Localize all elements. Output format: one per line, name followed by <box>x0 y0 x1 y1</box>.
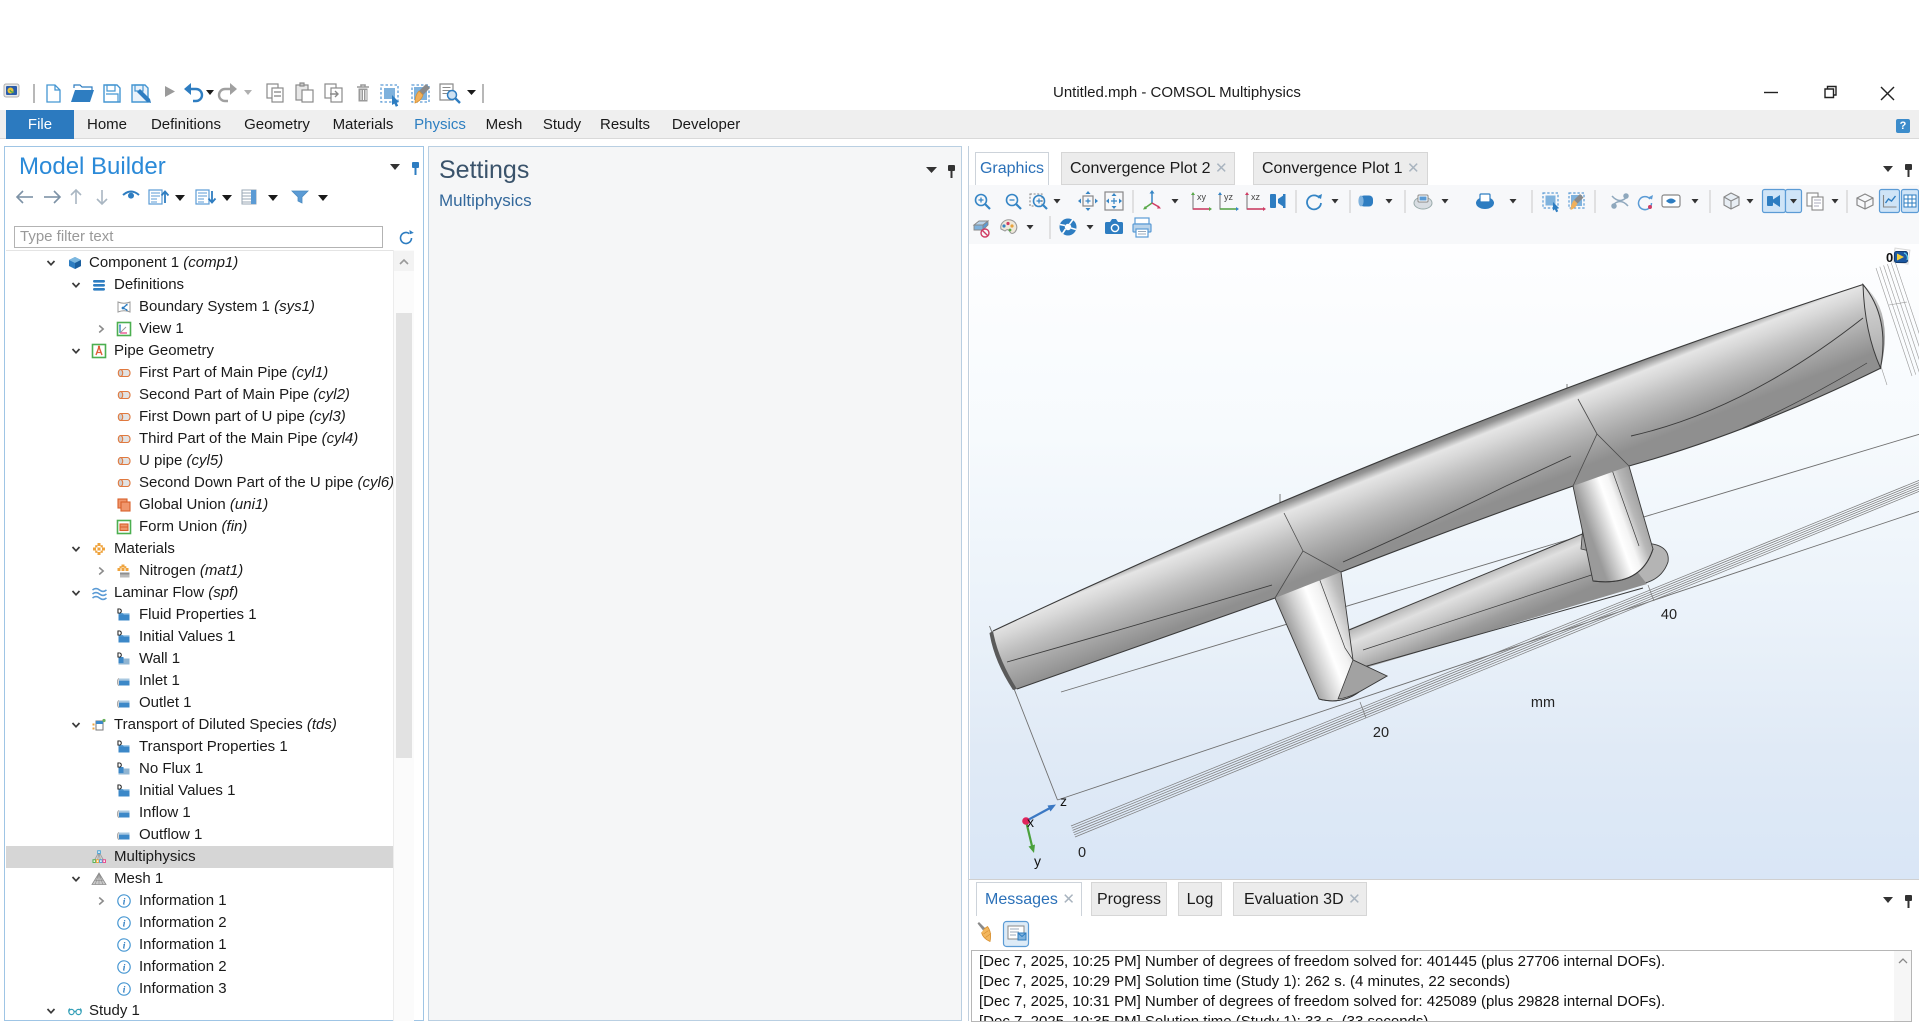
svg-text:40: 40 <box>1661 607 1677 623</box>
svg-text:0: 0 <box>1886 250 1893 265</box>
svg-text:z: z <box>1060 793 1067 809</box>
svg-text:20: 20 <box>1373 725 1389 741</box>
svg-text:x: x <box>1027 814 1034 830</box>
svg-text:mm: mm <box>1531 695 1555 711</box>
svg-text:xz: xz <box>1251 192 1261 202</box>
svg-text:xy: xy <box>1197 192 1207 202</box>
svg-text:yz: yz <box>1224 192 1234 202</box>
svg-text:0: 0 <box>1078 845 1086 861</box>
svg-text:y: y <box>1034 853 1041 869</box>
